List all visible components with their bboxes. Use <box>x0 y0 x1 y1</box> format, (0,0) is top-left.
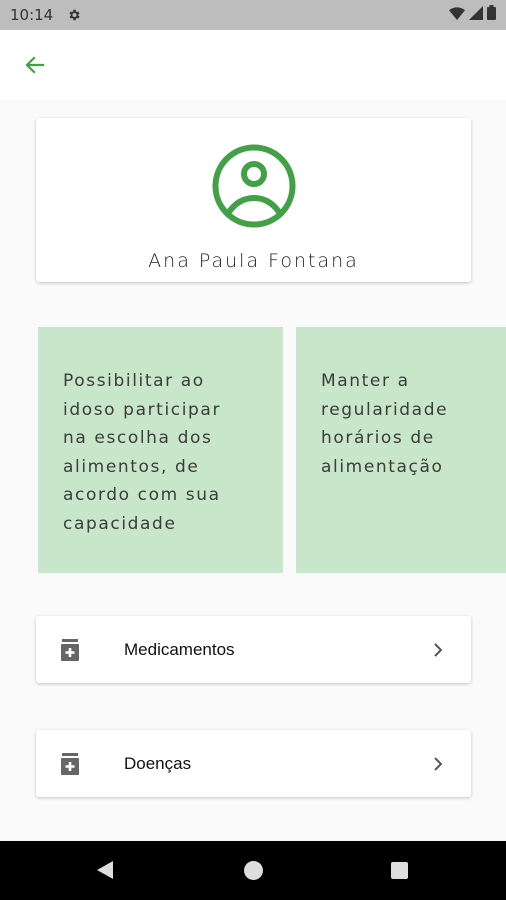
nav-home-icon[interactable] <box>244 861 263 880</box>
nav-back-icon[interactable] <box>96 860 114 880</box>
chevron-right-icon <box>434 756 443 771</box>
tip-text: Possibilitar ao idoso participar na esco… <box>63 371 222 534</box>
menu-item-label: Medicamentos <box>124 639 235 659</box>
profile-card: Ana Paula Fontana <box>36 118 471 282</box>
menu-item-doencas[interactable]: Doenças <box>36 730 471 797</box>
menu-item-label: Doenças <box>124 753 192 773</box>
content: Ana Paula Fontana Possibilitar ao idoso … <box>0 100 506 841</box>
arrow-left-icon <box>25 56 45 74</box>
app-bar <box>0 30 506 100</box>
medication-icon <box>61 638 79 661</box>
profile-name: Ana Paula Fontana <box>148 250 359 272</box>
wifi-icon <box>449 6 465 25</box>
tip-card[interactable]: Manter a regularidade horários de alimen… <box>296 327 506 573</box>
menu-item-medicamentos[interactable]: Medicamentos <box>36 616 471 683</box>
status-time: 10:14 <box>10 6 54 24</box>
cell-signal-icon <box>469 5 483 25</box>
battery-icon <box>487 5 496 25</box>
status-bar: 10:14 <box>0 0 506 30</box>
chevron-right-icon <box>434 642 443 657</box>
nav-recents-icon[interactable] <box>391 862 408 879</box>
back-button[interactable] <box>18 48 52 82</box>
account-circle-icon <box>212 144 296 228</box>
tip-card[interactable]: Possibilitar ao idoso participar na esco… <box>38 327 283 573</box>
tips-carousel[interactable]: Possibilitar ao idoso participar na esco… <box>38 327 506 573</box>
system-navigation-bar <box>0 841 506 900</box>
settings-gear-icon <box>67 8 81 22</box>
medication-icon <box>61 752 79 775</box>
tip-text: Manter a regularidade horários de alimen… <box>321 371 449 477</box>
